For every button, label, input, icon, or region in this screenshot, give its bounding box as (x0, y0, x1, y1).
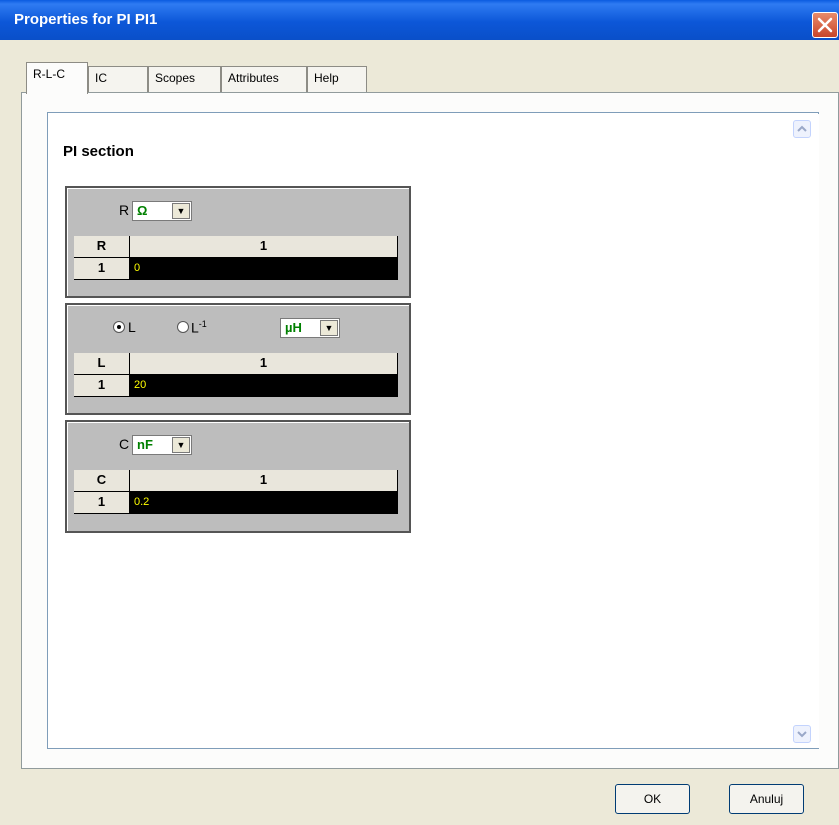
r-value-cell[interactable]: 0 (130, 258, 140, 278)
radio-l[interactable] (113, 321, 125, 333)
grid-column-header: 1 (130, 236, 398, 258)
radio-l-inverse-label: L-1 (191, 319, 207, 336)
section-title: PI section (63, 143, 134, 160)
tab-r-l-c[interactable]: R-L-C (26, 62, 88, 94)
c-label: C (119, 436, 130, 452)
tab-help[interactable]: Help (307, 66, 367, 93)
c-grid: C 1 1 0.2 (74, 470, 398, 514)
l-unit-select[interactable]: µH ▼ (280, 318, 340, 338)
tab-label: Attributes (228, 71, 279, 85)
grid-corner-header: R (74, 236, 130, 258)
radio-l-inverse-base: L (191, 319, 199, 336)
c-unit-value: nF (137, 437, 153, 452)
tab-scopes[interactable]: Scopes (148, 66, 221, 93)
tab-label: Help (314, 71, 339, 85)
grid-row-header: 1 (74, 258, 130, 280)
r-grid: R 1 1 0 (74, 236, 398, 280)
chevron-up-icon (797, 125, 807, 132)
resistance-group: R Ω ▼ R 1 1 0 (65, 186, 411, 298)
grid-row-header: 1 (74, 492, 130, 514)
c-value-cell[interactable]: 0.2 (130, 492, 149, 512)
radio-selected-dot (117, 325, 121, 329)
dropdown-arrow-icon[interactable]: ▼ (172, 203, 190, 219)
dropdown-arrow-icon[interactable]: ▼ (320, 320, 338, 336)
inductance-group: L L-1 µH ▼ L 1 1 20 (65, 303, 411, 415)
tab-ic[interactable]: IC (88, 66, 148, 93)
dropdown-arrow-icon[interactable]: ▼ (172, 437, 190, 453)
radio-l-inverse-exponent: -1 (198, 319, 207, 329)
vertical-scrollbar[interactable] (791, 114, 819, 748)
cancel-button[interactable]: Anuluj (729, 784, 804, 814)
r-unit-value: Ω (137, 203, 148, 218)
ok-button[interactable]: OK (615, 784, 690, 814)
radio-l-label: L (128, 319, 136, 335)
r-label: R (119, 202, 130, 218)
scroll-up-button[interactable] (793, 120, 811, 138)
l-grid: L 1 1 20 (74, 353, 398, 397)
chevron-down-icon (797, 731, 807, 738)
tab-label: R-L-C (33, 67, 65, 81)
capacitance-group: C nF ▼ C 1 1 0.2 (65, 420, 411, 533)
grid-column-header: 1 (130, 470, 398, 492)
window-title: Properties for PI PI1 (14, 11, 158, 28)
r-unit-select[interactable]: Ω ▼ (132, 201, 192, 221)
tab-attributes[interactable]: Attributes (221, 66, 307, 93)
grid-column-header: 1 (130, 353, 398, 375)
tab-label: Scopes (155, 71, 196, 85)
grid-row-header: 1 (74, 375, 130, 397)
l-unit-value: µH (285, 320, 302, 335)
tab-label: IC (95, 71, 107, 85)
grid-corner-header: C (74, 470, 130, 492)
close-icon (817, 17, 833, 33)
grid-corner-header: L (74, 353, 130, 375)
scroll-down-button[interactable] (793, 725, 811, 743)
close-button[interactable] (812, 12, 838, 38)
c-unit-select[interactable]: nF ▼ (132, 435, 192, 455)
l-value-cell[interactable]: 20 (130, 375, 146, 395)
radio-l-inverse[interactable] (177, 321, 189, 333)
